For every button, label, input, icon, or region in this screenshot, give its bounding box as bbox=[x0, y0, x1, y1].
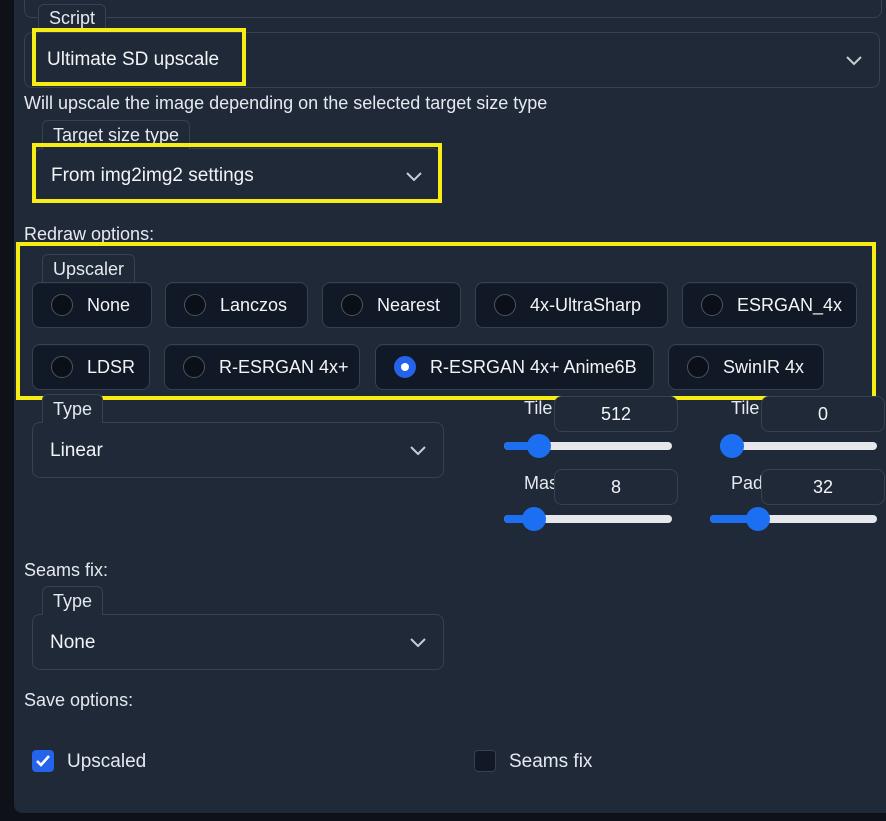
upscaled-label[interactable]: Upscaled bbox=[67, 751, 146, 773]
mask-blur-slider[interactable] bbox=[504, 506, 672, 531]
script-description: Will upscale the image depending on the … bbox=[24, 93, 548, 113]
previous-section-edge bbox=[24, 0, 882, 18]
script-highlight bbox=[32, 28, 246, 86]
padding-input[interactable]: 32 bbox=[761, 469, 885, 505]
redraw-type-dropdown[interactable]: Linear bbox=[32, 422, 444, 478]
padding-slider[interactable] bbox=[710, 506, 877, 531]
chevron-down-icon bbox=[410, 638, 426, 648]
upscaled-checkbox[interactable] bbox=[32, 750, 54, 772]
redraw-type-label: Type bbox=[42, 394, 104, 423]
seams-type-label: Type bbox=[42, 586, 104, 615]
tile-width-label: Tile bbox=[524, 398, 553, 418]
mask-blur-label: Mas bbox=[524, 473, 559, 493]
script-label: Script bbox=[38, 4, 107, 31]
mask-blur-input[interactable]: 8 bbox=[554, 469, 678, 505]
tile-height-input[interactable]: 0 bbox=[761, 396, 885, 432]
checkmark-icon bbox=[36, 755, 50, 767]
chevron-down-icon bbox=[410, 446, 426, 456]
slider-thumb[interactable] bbox=[720, 434, 744, 458]
tile-width-input[interactable]: 512 bbox=[554, 396, 678, 432]
tile-height-label: Tile bbox=[731, 398, 760, 418]
seams-fix-label[interactable]: Seams fix bbox=[509, 751, 592, 773]
redraw-type-selected: Linear bbox=[50, 440, 103, 461]
slider-thumb[interactable] bbox=[522, 507, 546, 531]
target-size-highlight bbox=[32, 143, 442, 203]
tile-width-slider[interactable] bbox=[504, 433, 672, 458]
slider-thumb[interactable] bbox=[745, 507, 770, 531]
seams-heading: Seams fix: bbox=[24, 560, 109, 580]
padding-label: Pad bbox=[731, 473, 764, 493]
tile-height-slider[interactable] bbox=[720, 433, 877, 458]
save-heading: Save options: bbox=[24, 690, 134, 710]
seams-fix-checkbox[interactable] bbox=[474, 750, 496, 772]
seams-type-dropdown[interactable]: None bbox=[32, 614, 444, 670]
upscaler-highlight bbox=[16, 242, 876, 400]
slider-thumb[interactable] bbox=[527, 434, 552, 458]
seams-type-selected: None bbox=[50, 632, 96, 653]
chevron-down-icon bbox=[846, 56, 862, 66]
